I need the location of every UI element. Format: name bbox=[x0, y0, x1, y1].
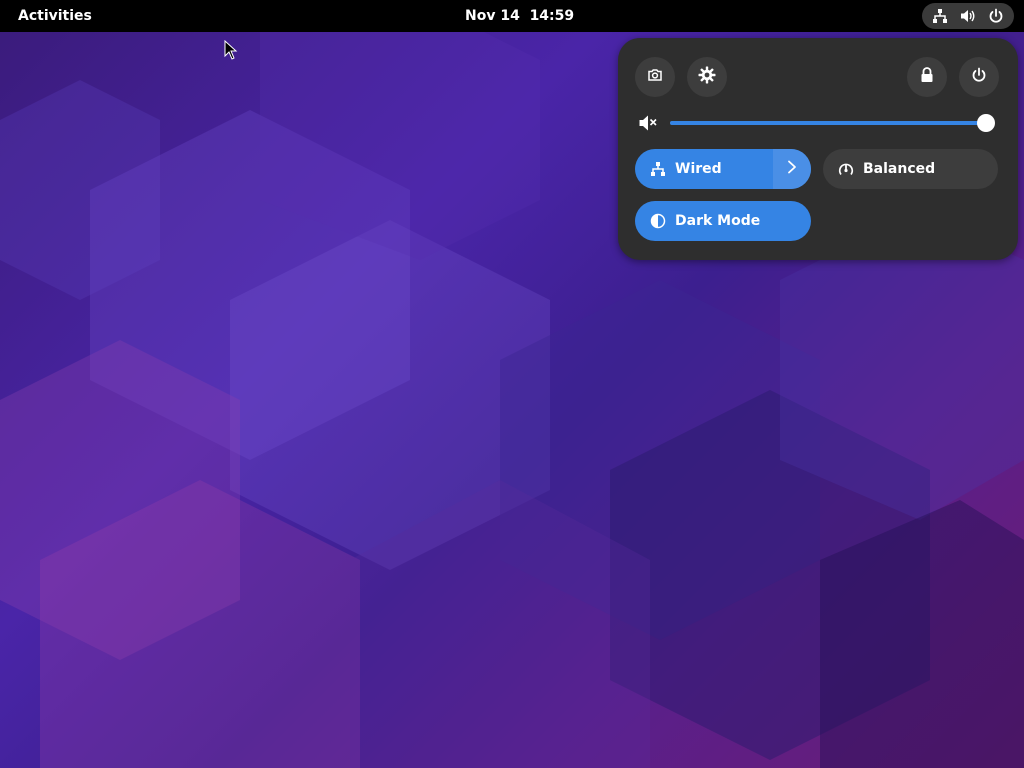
settings-icon bbox=[698, 66, 716, 88]
power-mode-toggle[interactable]: Balanced bbox=[823, 149, 998, 189]
chevron-right-icon bbox=[787, 160, 797, 178]
top-bar: Activities Nov 14 14:59 bbox=[0, 0, 1024, 32]
volume-slider-fill bbox=[670, 121, 986, 125]
audio-muted-icon[interactable] bbox=[638, 113, 658, 133]
network-wired-icon bbox=[931, 7, 949, 25]
network-wired-icon bbox=[649, 160, 667, 178]
volume-slider[interactable] bbox=[670, 114, 995, 132]
power-icon bbox=[971, 67, 987, 87]
power-profile-icon bbox=[837, 160, 855, 178]
wired-toggle[interactable]: Wired bbox=[635, 149, 811, 189]
quick-settings-panel: Wired Balanced Dark Mode bbox=[618, 38, 1018, 260]
power-mode-toggle-label: Balanced bbox=[863, 161, 936, 177]
dark-mode-toggle[interactable]: Dark Mode bbox=[635, 201, 811, 241]
activities-button[interactable]: Activities bbox=[8, 4, 102, 28]
wired-menu-arrow-button[interactable] bbox=[773, 149, 811, 189]
power-off-button[interactable] bbox=[959, 57, 999, 97]
volume-slider-knob[interactable] bbox=[977, 114, 995, 132]
system-status-button[interactable] bbox=[922, 3, 1014, 29]
lock-screen-button[interactable] bbox=[907, 57, 947, 97]
dark-mode-toggle-label: Dark Mode bbox=[675, 213, 761, 229]
settings-button[interactable] bbox=[687, 57, 727, 97]
lock-icon bbox=[920, 67, 934, 87]
power-icon bbox=[987, 7, 1005, 25]
clock-button[interactable]: Nov 14 14:59 bbox=[454, 4, 585, 28]
volume-icon bbox=[959, 7, 977, 25]
mouse-cursor-icon bbox=[224, 39, 238, 64]
wired-toggle-label: Wired bbox=[675, 161, 722, 177]
dark-mode-icon bbox=[649, 212, 667, 230]
screenshot-button[interactable] bbox=[635, 57, 675, 97]
screenshot-icon bbox=[647, 67, 663, 87]
